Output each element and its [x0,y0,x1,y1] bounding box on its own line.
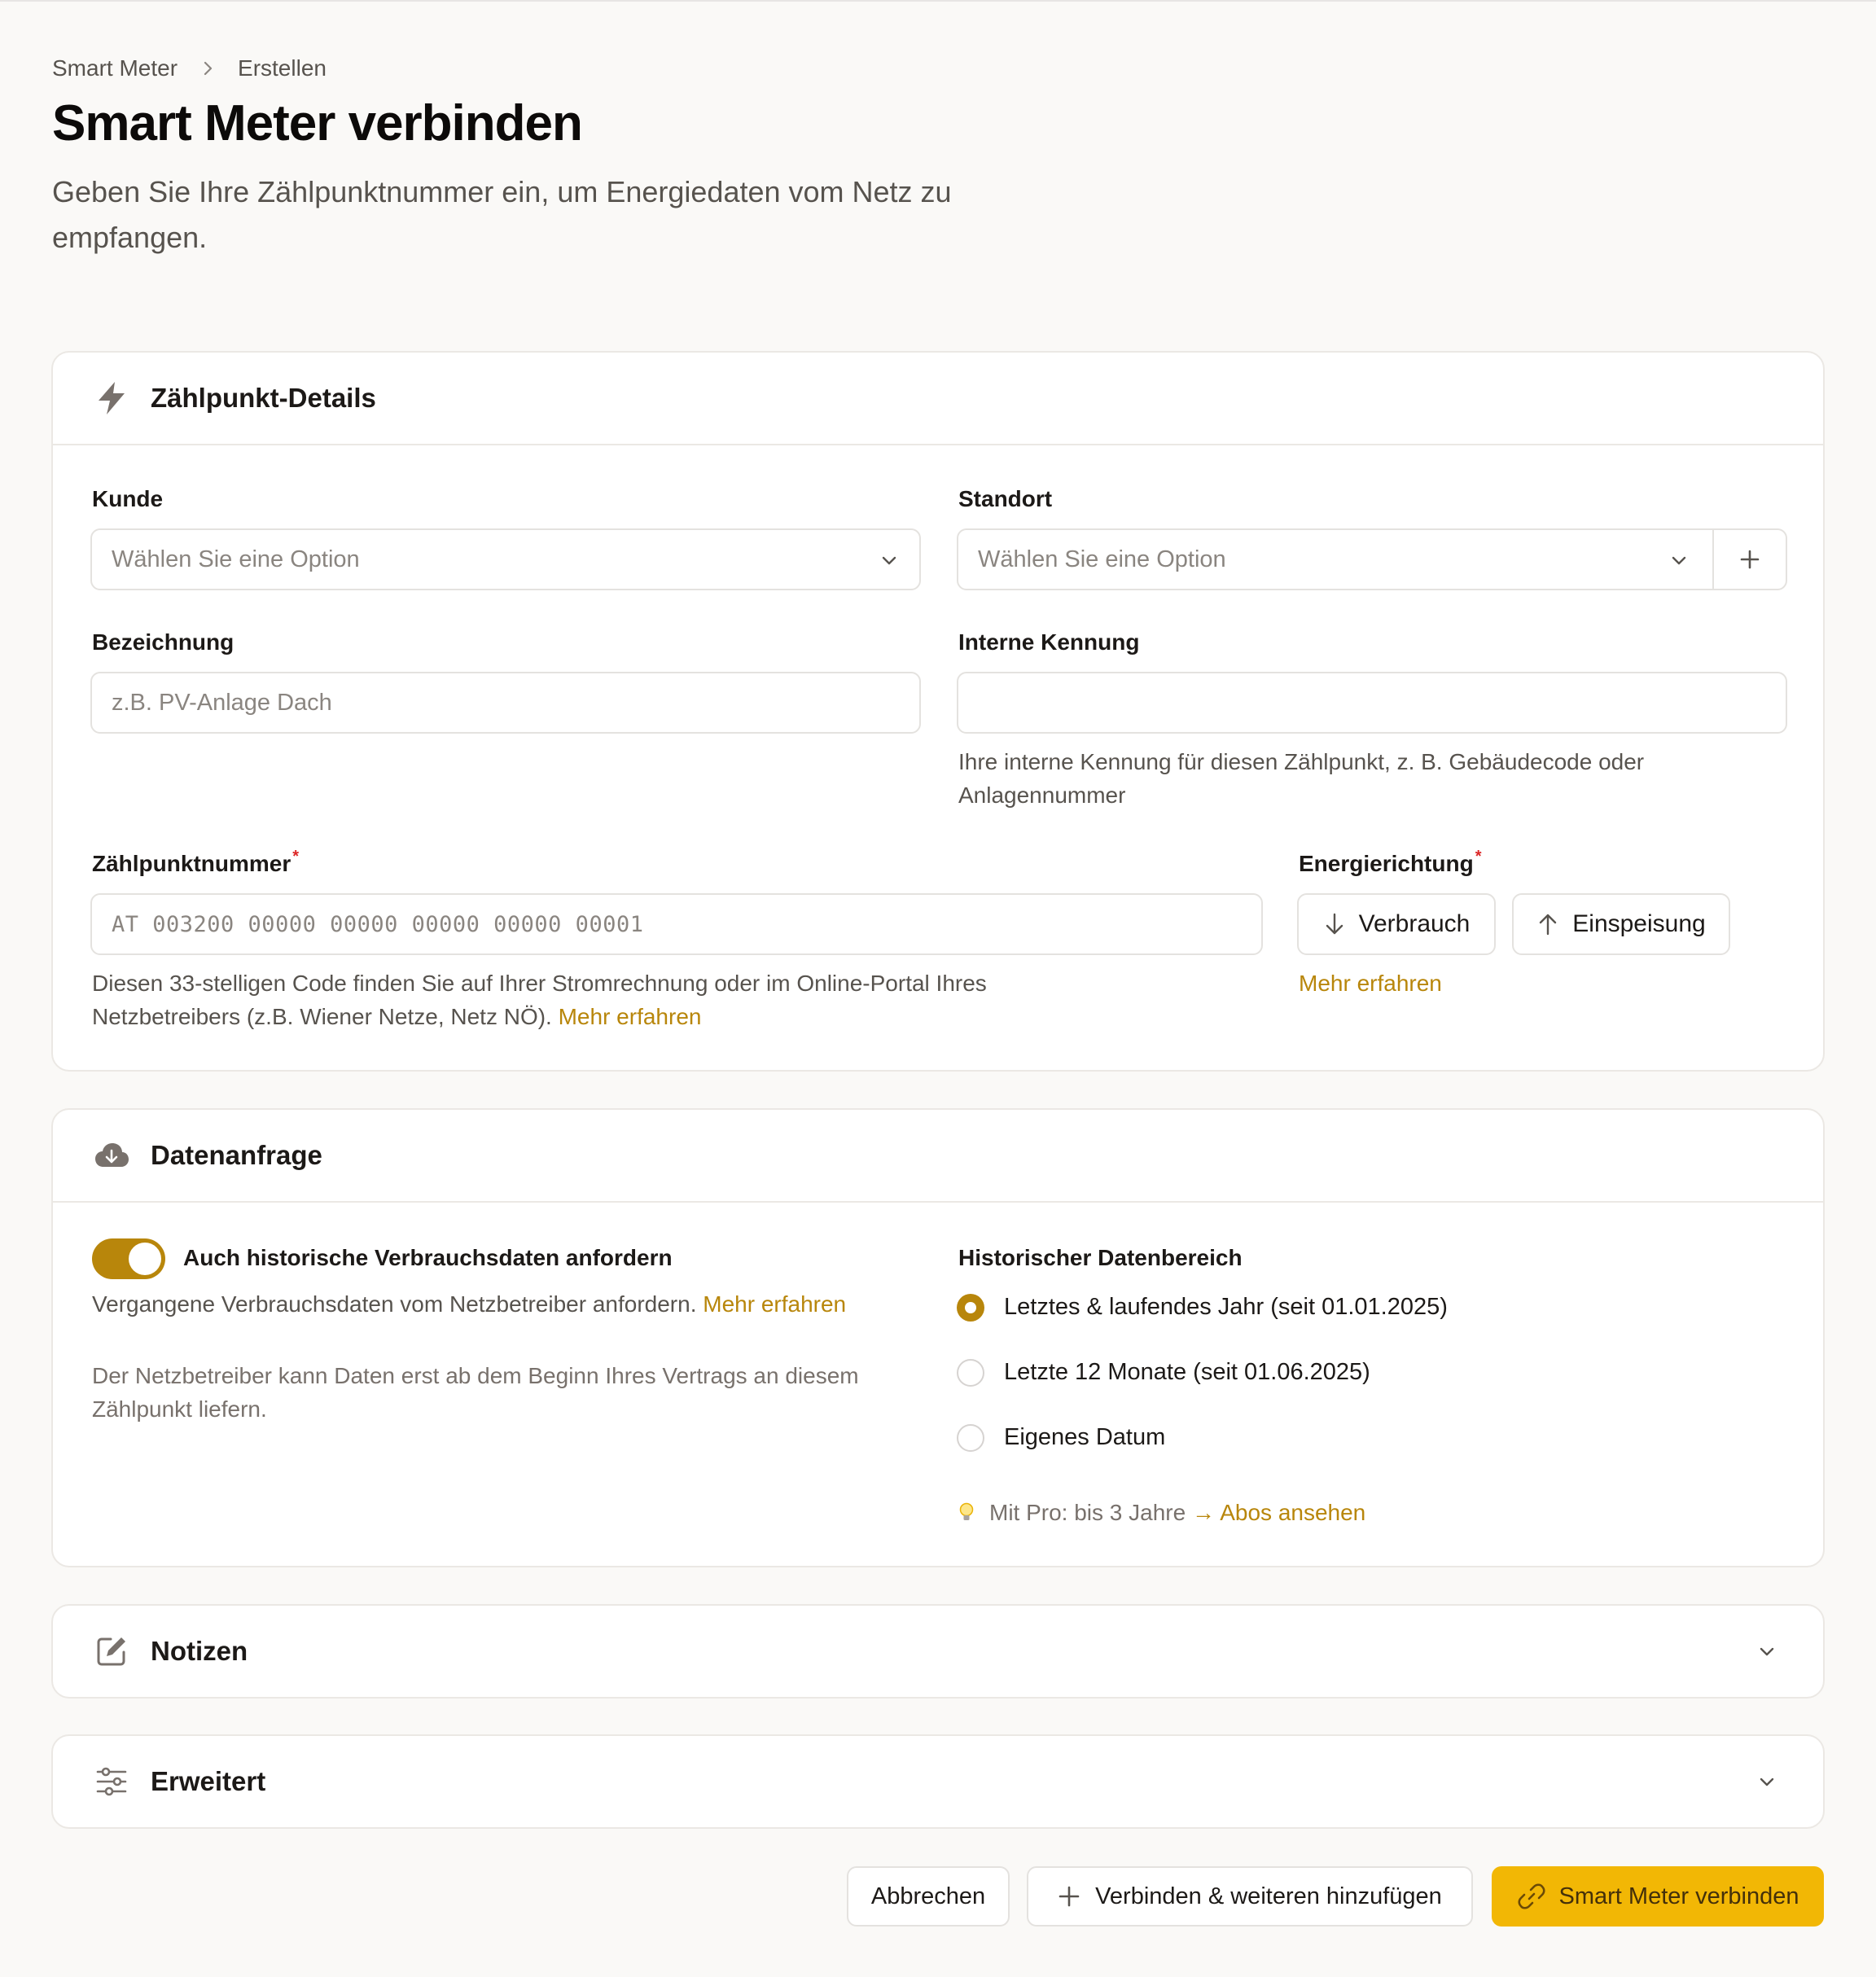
breadcrumb-root[interactable]: Smart Meter [52,55,178,81]
kunde-label: Kunde [92,486,164,511]
details-header: Zählpunkt-Details [53,353,1823,445]
radio-label-last-current-year: Letztes & laufendes Jahr (seit 01.01.202… [1004,1294,1448,1320]
arrow-up-icon [1536,912,1559,936]
arrow-down-icon [1323,912,1346,936]
cancel-label: Abbrechen [870,1883,986,1909]
zpn-label: Zählpunktnummer * [92,848,300,876]
radio-last-12-months[interactable] [957,1359,984,1387]
historical-data-toggle[interactable] [92,1238,165,1279]
contract-note: Der Netzbetreiber kann Daten erst ab dem… [92,1363,859,1422]
toggle-learn-more-link[interactable]: Mehr erfahren [703,1291,846,1317]
bezeichnung-label: Bezeichnung [92,629,234,655]
erweitert-title: Erweitert [151,1766,266,1796]
required-mark: * [1475,848,1482,866]
erweitert-section[interactable]: Erweitert [51,1734,1825,1829]
erweitert-header[interactable]: Erweitert [53,1736,1823,1827]
connect-add-more-label: Verbinden & weiteren hinzufügen [1095,1883,1442,1909]
details-card: Zählpunkt-Details Kunde Wählen Sie eine … [51,351,1825,1072]
cancel-button[interactable]: Abbrechen [847,1866,1010,1927]
breadcrumb: Smart Meter Erstellen [52,54,327,83]
connect-add-more-button[interactable]: Verbinden & weiteren hinzufügen [1027,1866,1473,1927]
sliders-icon [94,1764,129,1799]
radio-label-custom-date: Eigenes Datum [1004,1424,1166,1450]
kennung-input[interactable] [957,672,1787,734]
bezeichnung-placeholder: z.B. PV-Anlage Dach [112,689,332,716]
link-icon [1517,1882,1546,1911]
chevron-down-icon [1668,550,1690,571]
standort-label: Standort [958,486,1053,511]
details-title: Zählpunkt-Details [151,383,376,413]
notizen-section[interactable]: Notizen [51,1604,1825,1699]
bezeichnung-input[interactable]: z.B. PV-Anlage Dach [90,672,921,734]
breadcrumb-current: Erstellen [238,55,327,81]
kennung-label: Interne Kennung [958,629,1140,655]
cloud-download-icon [94,1138,129,1173]
kunde-select[interactable]: Wählen Sie eine Option [90,528,921,590]
radio-label-last-12-months: Letzte 12 Monate (seit 01.06.2025) [1004,1359,1370,1385]
chevron-down-icon [879,550,900,571]
zaehlpunktnummer-input[interactable]: AT 003200 00000 00000 00000 00000 00001 [90,893,1263,955]
kennung-help: Ihre interne Kennung für diesen Zählpunk… [958,749,1645,808]
notizen-header[interactable]: Notizen [53,1606,1823,1697]
datenanfrage-header: Datenanfrage [53,1110,1823,1203]
plus-icon [1058,1885,1080,1908]
page-title: Smart Meter verbinden [52,95,583,151]
energy-learn-more-link[interactable]: Mehr erfahren [1299,967,1442,1000]
notizen-title: Notizen [151,1636,248,1666]
einspeisung-button[interactable]: Einspeisung [1512,893,1730,955]
chevron-right-icon [202,60,215,77]
page-subtitle: Geben Sie Ihre Zählpunktnummer ein, um E… [52,175,952,254]
submit-label: Smart Meter verbinden [1558,1883,1799,1909]
standort-select[interactable]: Wählen Sie eine Option [957,528,1787,590]
add-standort-button[interactable] [1712,530,1786,589]
chevron-down-icon[interactable] [1756,1771,1777,1792]
range-label: Historischer Datenbereich [958,1245,1243,1270]
verbrauch-button[interactable]: Verbrauch [1297,893,1496,955]
standort-placeholder: Wählen Sie eine Option [978,546,1226,572]
top-divider [0,0,1876,2]
toggle-help: Vergangene Verbrauchsdaten vom Netzbetre… [92,1291,847,1317]
zpn-help: Diesen 33-stelligen Code finden Sie auf … [92,971,987,1029]
energy-label: Energierichtung * [1299,848,1482,876]
einspeisung-label: Einspeisung [1572,910,1706,937]
pro-hint: Mit Pro: bis 3 Jahre → Abos ansehen [958,1496,1365,1529]
radio-last-current-year[interactable] [957,1294,984,1322]
edit-icon [94,1633,129,1669]
zpn-learn-more-link[interactable]: Mehr erfahren [559,1004,702,1029]
toggle-label: Auch historische Verbrauchsdaten anforde… [183,1245,673,1270]
zpn-placeholder: AT 003200 00000 00000 00000 00000 00001 [112,911,644,937]
verbrauch-label: Verbrauch [1358,910,1471,937]
chevron-down-icon[interactable] [1756,1641,1777,1662]
bolt-icon [94,380,129,416]
radio-custom-date[interactable] [957,1424,984,1452]
lightbulb-icon [958,1501,975,1524]
required-mark: * [292,848,300,866]
kunde-placeholder: Wählen Sie eine Option [112,546,360,572]
datenanfrage-card: Datenanfrage Auch historische Verbrauchs… [51,1108,1825,1567]
abos-link[interactable]: → Abos ansehen [1192,1496,1365,1529]
submit-button[interactable]: Smart Meter verbinden [1492,1866,1824,1927]
plus-icon [1740,550,1760,569]
datenanfrage-title: Datenanfrage [151,1140,322,1170]
